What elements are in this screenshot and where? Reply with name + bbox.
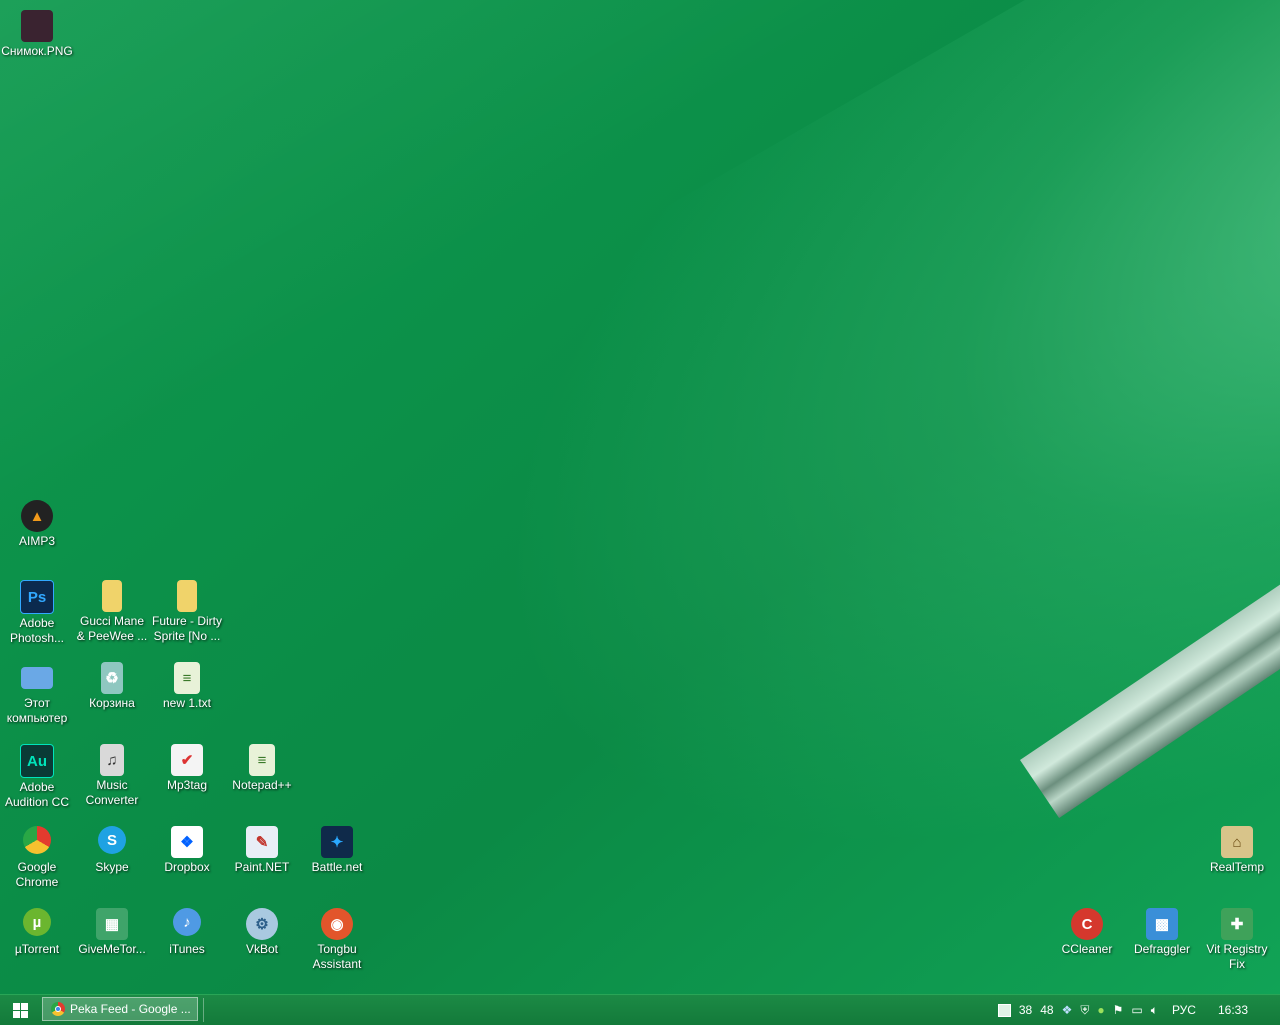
notepad-icon: ≡ xyxy=(249,744,275,776)
desktop-icon-aimp3[interactable]: ▲ AIMP3 xyxy=(0,500,74,549)
desktop-icon-label: AIMP3 xyxy=(18,534,55,548)
ccleaner-icon: C xyxy=(1071,908,1103,940)
itunes-icon: ♪ xyxy=(173,908,201,936)
folder-icon xyxy=(177,580,197,612)
taskbar-separator xyxy=(203,998,204,1022)
desktop-icon-google-chrome[interactable]: Google Chrome xyxy=(0,826,74,890)
photoshop-icon: Ps xyxy=(20,580,54,614)
audition-icon: Au xyxy=(20,744,54,778)
desktop-icon-vit-registry-fix[interactable]: ✚ Vit Registry Fix xyxy=(1200,908,1274,972)
chrome-icon xyxy=(51,1002,65,1016)
desktop-icon-label: Future - Dirty Sprite [No ... xyxy=(151,614,222,643)
desktop-icon-label: Music Converter xyxy=(85,778,139,807)
desktop-icon-tongbu-assistant[interactable]: ◉ Tongbu Assistant xyxy=(300,908,374,972)
desktop-icon-future-folder[interactable]: Future - Dirty Sprite [No ... xyxy=(150,580,224,644)
dropbox-icon: ❖ xyxy=(171,826,203,858)
desktop-icon-adobe-audition[interactable]: Au Adobe Audition CC xyxy=(0,744,74,810)
network-icon[interactable]: ▭ xyxy=(1131,995,1142,1025)
desktop-icon-label: Adobe Audition CC xyxy=(4,780,70,809)
tray-temp-1[interactable]: 38 xyxy=(1019,995,1032,1025)
dropbox-tray-icon[interactable]: ❖ xyxy=(1062,995,1073,1025)
aimp-icon: ▲ xyxy=(21,500,53,532)
tongbu-icon: ◉ xyxy=(321,908,353,940)
desktop-icon-label: Defraggler xyxy=(1133,942,1191,956)
desktop-icon-label: Vit Registry Fix xyxy=(1206,942,1268,971)
desktop-icon-recycle-bin[interactable]: ♻ Корзина xyxy=(75,662,149,711)
desktop-icon-label: Google Chrome xyxy=(15,860,59,889)
desktop-icon-label: Gucci Mane & PeeWee ... xyxy=(76,614,148,643)
gear-icon: ⚙ xyxy=(246,908,278,940)
desktop-icon-label: iTunes xyxy=(169,942,205,956)
desktop-icon-label: Tongbu Assistant xyxy=(312,942,362,971)
desktop-icon-skype[interactable]: S Skype xyxy=(75,826,149,875)
registry-fix-icon: ✚ xyxy=(1221,908,1253,940)
desktop-icon-label: Paint.NET xyxy=(234,860,290,874)
desktop-icon-label: Notepad++ xyxy=(232,778,292,792)
tray-temp-2[interactable]: 48 xyxy=(1040,995,1053,1025)
desktop-icon-label: Adobe Photosh... xyxy=(9,616,65,645)
desktop-icon-label: Снимок.PNG xyxy=(1,44,73,58)
defraggler-icon: ▩ xyxy=(1146,908,1178,940)
desktop-icon-battle-net[interactable]: ✦ Battle.net xyxy=(300,826,374,875)
utorrent-icon: µ xyxy=(23,908,51,936)
taskbar-window-label: Peka Feed - Google ... xyxy=(70,1002,191,1016)
desktop-icon-utorrent[interactable]: µ µTorrent xyxy=(0,908,74,957)
desktop-icon-label: GiveMeTor... xyxy=(78,942,146,956)
desktop-icon-realtemp[interactable]: ⌂ RealTemp xyxy=(1200,826,1274,875)
desktop-icon-mp3tag[interactable]: ✔ Mp3tag xyxy=(150,744,224,793)
paint-icon: ✎ xyxy=(246,826,278,858)
desktop-icon-adobe-photoshop[interactable]: Ps Adobe Photosh... xyxy=(0,580,74,646)
taskbar-window-chrome[interactable]: Peka Feed - Google ... xyxy=(42,997,198,1021)
recycle-bin-icon: ♻ xyxy=(101,662,123,694)
start-button[interactable] xyxy=(0,995,40,1025)
desktop-icon-label: Skype xyxy=(95,860,129,874)
desktop-icon-label: Корзина xyxy=(89,696,135,710)
clock[interactable]: 16:33 xyxy=(1218,995,1248,1025)
realtemp-icon: ⌂ xyxy=(1221,826,1253,858)
desktop-icon-label: Battle.net xyxy=(311,860,363,874)
desktop-icon-label: VkBot xyxy=(245,942,278,956)
tray-chart-icon[interactable] xyxy=(997,995,1011,1025)
desktop-icon-label: Mp3tag xyxy=(166,778,208,792)
language-indicator[interactable]: РУС xyxy=(1172,995,1196,1025)
desktop-icon-dropbox[interactable]: ❖ Dropbox xyxy=(150,826,224,875)
desktop-icon-vkbot[interactable]: ⚙ VkBot xyxy=(225,908,299,957)
desktop-icon-music-converter[interactable]: ♫ Music Converter xyxy=(75,744,149,808)
folder-icon xyxy=(102,580,122,612)
chrome-icon xyxy=(23,826,51,854)
window-grid-icon: ▦ xyxy=(96,908,128,940)
desktop-icon-label: Этот компьютер xyxy=(6,696,68,725)
taskbar: Peka Feed - Google ... 38 48 ❖ ⛨ ● ⚑ ▭ 🔈… xyxy=(0,994,1280,1025)
desktop-icon-notepad-plus-plus[interactable]: ≡ Notepad++ xyxy=(225,744,299,793)
desktop-icon-itunes[interactable]: ♪ iTunes xyxy=(150,908,224,957)
desktop-icon-paint-net[interactable]: ✎ Paint.NET xyxy=(225,826,299,875)
checkmark-icon: ✔ xyxy=(171,744,203,776)
skype-icon: S xyxy=(98,826,126,854)
desktop-icon-screenshot-png[interactable]: Снимок.PNG xyxy=(0,10,74,59)
image-file-icon xyxy=(21,10,53,42)
system-tray: 38 48 ❖ ⛨ ● ⚑ ▭ 🔈︎ РУС 16:33 xyxy=(994,995,1280,1025)
desktop-icon-label: RealTemp xyxy=(1209,860,1265,874)
security-shield-icon[interactable]: ⛨ xyxy=(1080,995,1089,1025)
computer-icon xyxy=(21,667,53,689)
battle-net-icon: ✦ xyxy=(321,826,353,858)
desktop-icon-gucci-mane-folder[interactable]: Gucci Mane & PeeWee ... xyxy=(75,580,149,644)
desktop-icon-new-txt[interactable]: ≡ new 1.txt xyxy=(150,662,224,711)
desktop-icon-this-pc[interactable]: Этот компьютер xyxy=(0,662,74,726)
antivirus-check-icon[interactable]: ● xyxy=(1097,995,1104,1025)
desktop-icon-ccleaner[interactable]: C CCleaner xyxy=(1050,908,1124,957)
desktop-icon-label: CCleaner xyxy=(1061,942,1113,956)
desktop[interactable]: Снимок.PNG ▲ AIMP3 Ps Adobe Photosh... G… xyxy=(0,0,1280,994)
desktop-icon-label: new 1.txt xyxy=(162,696,212,710)
action-center-flag-icon[interactable]: ⚑ xyxy=(1113,995,1124,1025)
desktop-icon-defraggler[interactable]: ▩ Defraggler xyxy=(1125,908,1199,957)
volume-icon[interactable]: 🔈︎ xyxy=(1151,995,1158,1025)
desktop-icon-label: µTorrent xyxy=(14,942,60,956)
windows-logo-icon xyxy=(12,1002,28,1018)
speaker-icon: ♫ xyxy=(100,744,124,776)
desktop-icon-givemetorrent[interactable]: ▦ GiveMeTor... xyxy=(75,908,149,957)
text-file-icon: ≡ xyxy=(174,662,200,694)
desktop-icon-label: Dropbox xyxy=(164,860,210,874)
